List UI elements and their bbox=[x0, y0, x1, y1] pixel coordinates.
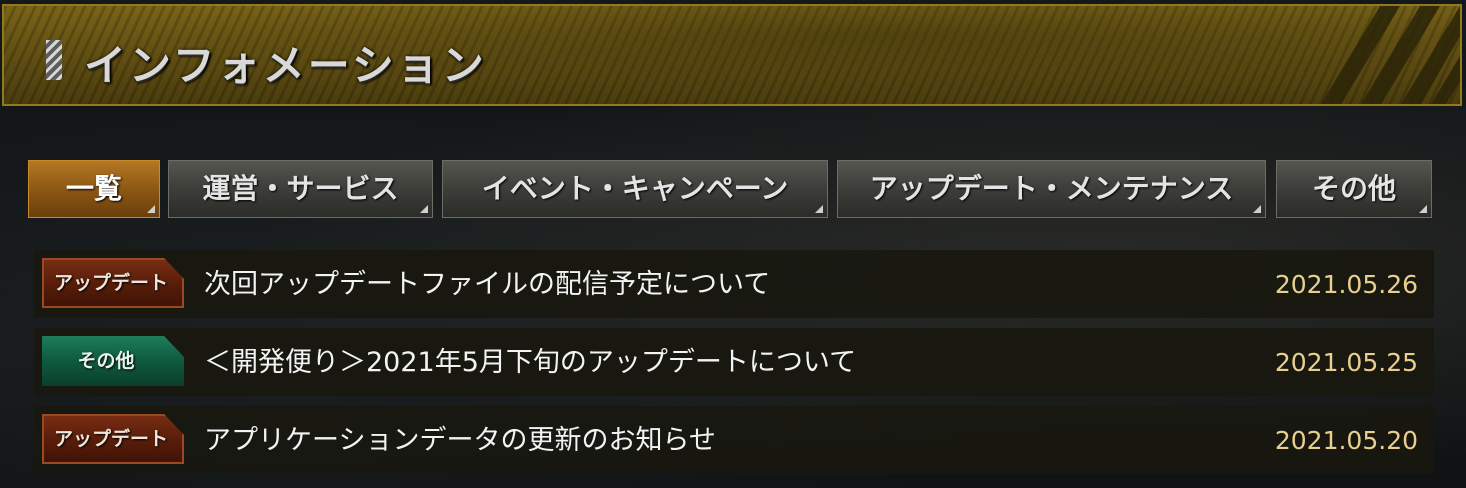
tab-label: アップデート・メンテナンス bbox=[869, 172, 1234, 205]
category-badge-other: その他 bbox=[42, 336, 184, 386]
news-item[interactable]: アップデート 次回アップデートファイルの配信予定について 2021.05.26 bbox=[34, 250, 1434, 318]
tab-label: その他 bbox=[1311, 172, 1396, 205]
header-stripe-decoration bbox=[1321, 6, 1460, 104]
tab-corner-icon bbox=[1253, 205, 1261, 213]
tab-corner-icon bbox=[1419, 205, 1427, 213]
information-panel: インフォメーション 一覧 運営・サービス イベント・キャンペーン アップデート・… bbox=[0, 0, 1466, 488]
news-date: 2021.05.25 bbox=[1274, 348, 1418, 377]
news-date: 2021.05.26 bbox=[1274, 270, 1418, 299]
news-item[interactable]: アップデート アプリケーションデータの更新のお知らせ 2021.05.20 bbox=[34, 406, 1434, 474]
tab-event-campaign[interactable]: イベント・キャンペーン bbox=[442, 160, 828, 218]
header-hatch-icon bbox=[46, 40, 62, 80]
tab-label: 一覧 bbox=[65, 172, 122, 205]
category-badge-update: アップデート bbox=[42, 258, 184, 308]
tab-operations-service[interactable]: 運営・サービス bbox=[168, 160, 433, 218]
tab-update-maintenance[interactable]: アップデート・メンテナンス bbox=[837, 160, 1266, 218]
tab-label: イベント・キャンペーン bbox=[481, 172, 789, 205]
tab-corner-icon bbox=[147, 205, 155, 213]
tab-label: 運営・サービス bbox=[202, 172, 399, 205]
news-item[interactable]: その他 ＜開発便り＞2021年5月下旬のアップデートについて 2021.05.2… bbox=[34, 328, 1434, 396]
tab-other[interactable]: その他 bbox=[1276, 160, 1432, 218]
tab-corner-icon bbox=[815, 205, 823, 213]
news-title[interactable]: ＜開発便り＞2021年5月下旬のアップデートについて bbox=[204, 328, 856, 396]
tab-corner-icon bbox=[420, 205, 428, 213]
news-date: 2021.05.20 bbox=[1274, 426, 1418, 455]
info-header: インフォメーション bbox=[2, 4, 1462, 106]
news-title[interactable]: アプリケーションデータの更新のお知らせ bbox=[204, 406, 716, 474]
news-title[interactable]: 次回アップデートファイルの配信予定について bbox=[204, 250, 770, 318]
tab-all[interactable]: 一覧 bbox=[28, 160, 160, 218]
category-badge-update: アップデート bbox=[42, 414, 184, 464]
page-title: インフォメーション bbox=[84, 41, 487, 90]
